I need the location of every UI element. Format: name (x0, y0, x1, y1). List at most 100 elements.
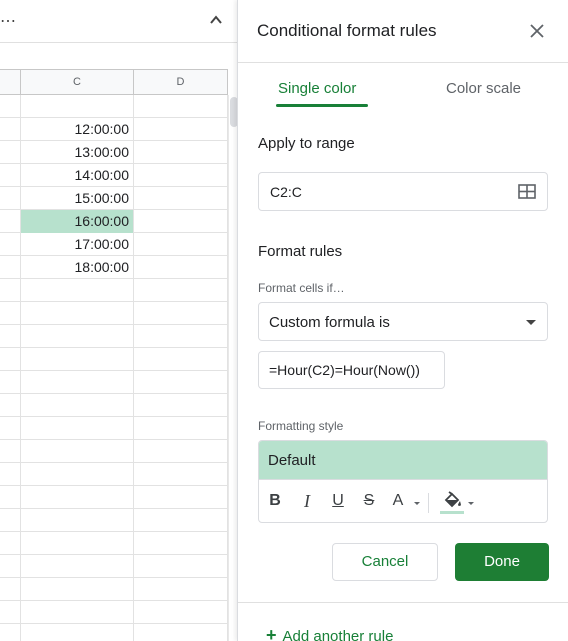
cell-c[interactable] (21, 348, 134, 371)
cell-b[interactable] (0, 601, 21, 624)
range-value[interactable]: C2:C (270, 184, 302, 200)
cancel-button[interactable]: Cancel (332, 543, 438, 581)
cell-c[interactable] (21, 509, 134, 532)
cell-d[interactable] (134, 578, 228, 601)
vertical-scrollbar[interactable] (228, 95, 237, 641)
cell-c[interactable] (21, 279, 134, 302)
cell-b[interactable] (0, 371, 21, 394)
table-row: 13:00:00 (0, 141, 237, 164)
style-preview[interactable]: Default (259, 441, 547, 480)
cell-c[interactable]: 17:00:00 (21, 233, 134, 256)
cell-d[interactable] (134, 118, 228, 141)
cell-b[interactable] (0, 95, 21, 118)
cell-d[interactable] (134, 302, 228, 325)
cell-d[interactable] (134, 187, 228, 210)
cell-c[interactable] (21, 486, 134, 509)
cell-d[interactable] (134, 95, 228, 118)
cell-d[interactable] (134, 555, 228, 578)
column-header-b[interactable] (0, 69, 21, 95)
formula-value[interactable]: =Hour(C2)=Hour(Now()) (269, 362, 420, 378)
cell-c[interactable]: 13:00:00 (21, 141, 134, 164)
cell-b[interactable] (0, 486, 21, 509)
cell-b[interactable] (0, 532, 21, 555)
cell-c[interactable]: 18:00:00 (21, 256, 134, 279)
cell-d[interactable] (134, 440, 228, 463)
cell-d[interactable] (134, 486, 228, 509)
done-button[interactable]: Done (455, 543, 549, 581)
cell-b[interactable] (0, 325, 21, 348)
cell-b[interactable] (0, 509, 21, 532)
cell-b[interactable] (0, 210, 21, 233)
cell-b[interactable] (0, 187, 21, 210)
cell-d[interactable] (134, 601, 228, 624)
cell-c[interactable] (21, 302, 134, 325)
range-input[interactable]: C2:C (258, 172, 548, 211)
cell-c[interactable] (21, 371, 134, 394)
chevron-up-icon[interactable] (209, 13, 223, 27)
tab-single-color[interactable]: Single color (278, 80, 356, 97)
cell-b[interactable] (0, 555, 21, 578)
cell-b[interactable] (0, 118, 21, 141)
cell-b[interactable] (0, 624, 21, 641)
cell-c[interactable] (21, 532, 134, 555)
cell-b[interactable] (0, 417, 21, 440)
cell-d[interactable] (134, 417, 228, 440)
text-color-button[interactable]: A (389, 491, 407, 511)
cell-c[interactable] (21, 578, 134, 601)
cell-d[interactable] (134, 624, 228, 641)
cell-d[interactable] (134, 256, 228, 279)
cell-b[interactable] (0, 348, 21, 371)
tab-color-scale[interactable]: Color scale (446, 80, 521, 97)
cell-c[interactable]: 12:00:00 (21, 118, 134, 141)
fill-color-icon[interactable] (442, 489, 464, 511)
table-row: 18:00:00 (0, 256, 237, 279)
cell-b[interactable] (0, 141, 21, 164)
cell-b[interactable] (0, 578, 21, 601)
cell-b[interactable] (0, 233, 21, 256)
cell-c[interactable] (21, 440, 134, 463)
cell-b[interactable] (0, 302, 21, 325)
italic-button[interactable]: I (298, 491, 316, 511)
cell-c[interactable]: 16:00:00 (21, 210, 134, 233)
cell-c[interactable] (21, 624, 134, 641)
cell-b[interactable] (0, 394, 21, 417)
cell-c[interactable] (21, 417, 134, 440)
cell-d[interactable] (134, 348, 228, 371)
formula-input[interactable]: =Hour(C2)=Hour(Now()) (258, 351, 445, 389)
cell-d[interactable] (134, 371, 228, 394)
cell-b[interactable] (0, 463, 21, 486)
close-icon[interactable] (529, 23, 545, 39)
cell-b[interactable] (0, 440, 21, 463)
cell-c[interactable] (21, 325, 134, 348)
column-header-c[interactable]: C (21, 69, 134, 95)
cell-c[interactable]: 14:00:00 (21, 164, 134, 187)
select-range-grid-icon[interactable] (518, 184, 536, 199)
cell-d[interactable] (134, 141, 228, 164)
strikethrough-button[interactable]: S (360, 491, 378, 511)
cell-c[interactable]: 15:00:00 (21, 187, 134, 210)
cell-d[interactable] (134, 509, 228, 532)
add-another-rule-link[interactable]: + Add another rule (266, 625, 393, 641)
column-header-d[interactable]: D (134, 69, 228, 95)
cell-d[interactable] (134, 164, 228, 187)
cell-c[interactable] (21, 394, 134, 417)
cell-d[interactable] (134, 279, 228, 302)
cell-d[interactable] (134, 394, 228, 417)
cell-b[interactable] (0, 279, 21, 302)
condition-dropdown[interactable]: Custom formula is (258, 302, 548, 341)
cell-d[interactable] (134, 325, 228, 348)
cell-d[interactable] (134, 463, 228, 486)
cell-d[interactable] (134, 210, 228, 233)
cell-b[interactable] (0, 164, 21, 187)
cell-c[interactable] (21, 463, 134, 486)
cell-c[interactable] (21, 601, 134, 624)
underline-button[interactable]: U (329, 491, 347, 511)
more-options-icon[interactable]: ⋯ (0, 11, 17, 31)
cell-d[interactable] (134, 532, 228, 555)
cell-d[interactable] (134, 233, 228, 256)
cell-c[interactable] (21, 555, 134, 578)
bold-button[interactable]: B (266, 491, 284, 511)
cell-b[interactable] (0, 256, 21, 279)
scrollbar-thumb[interactable] (230, 97, 237, 127)
cell-c[interactable] (21, 95, 134, 118)
